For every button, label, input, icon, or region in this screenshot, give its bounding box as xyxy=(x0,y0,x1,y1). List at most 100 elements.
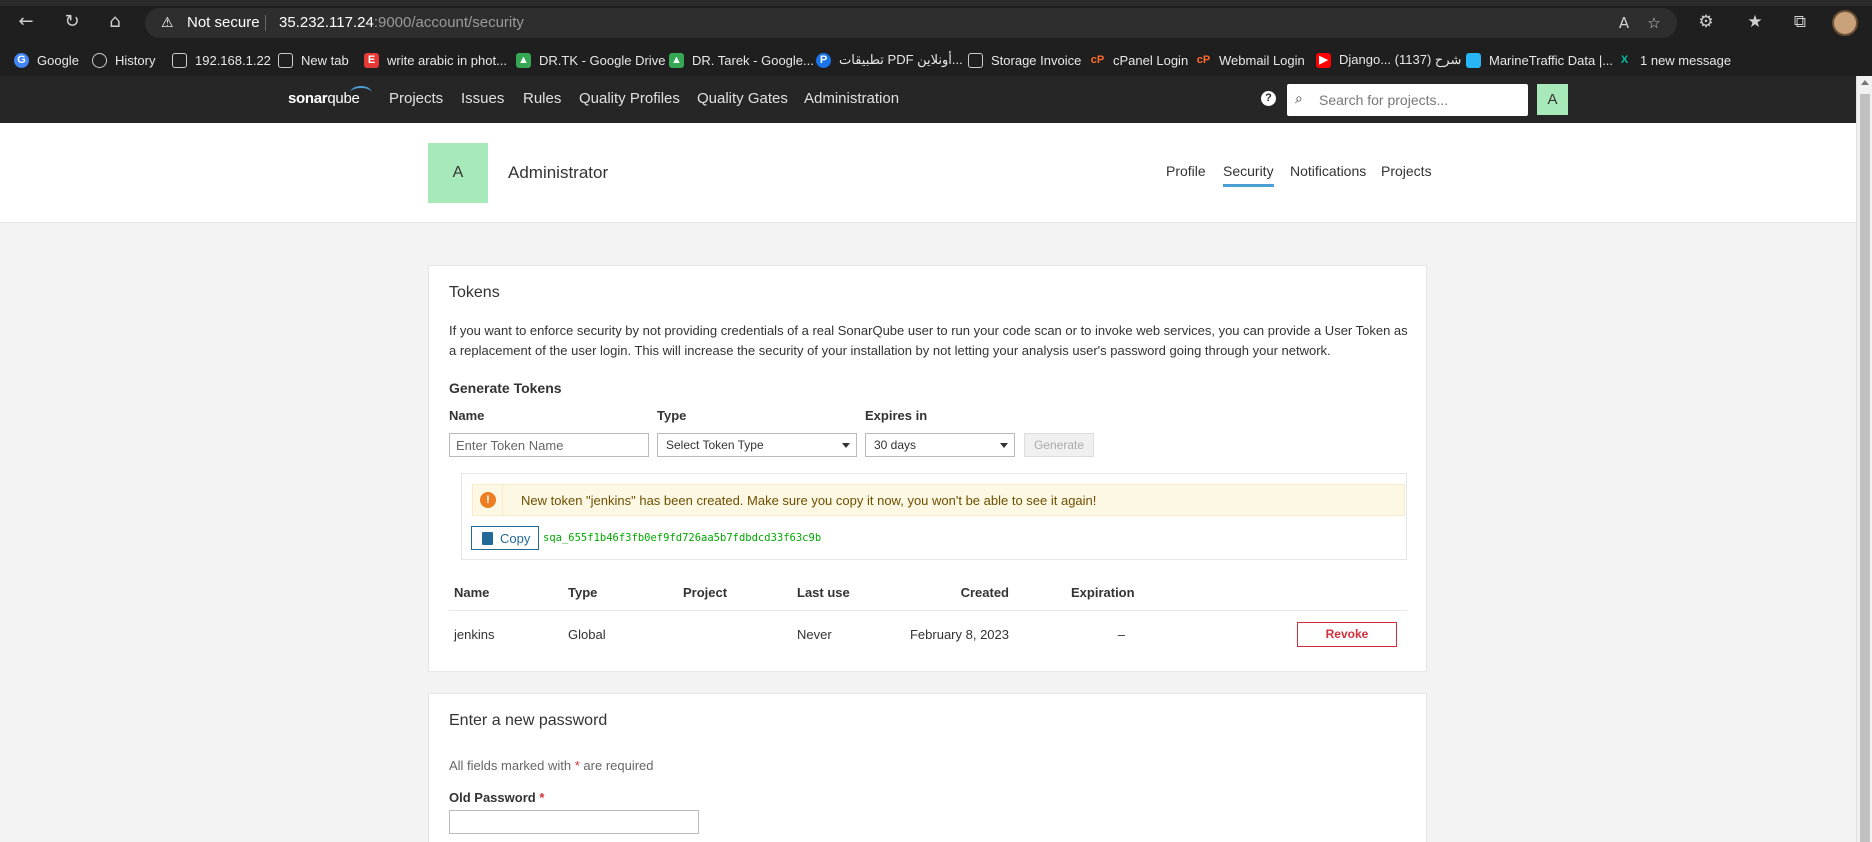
page-icon xyxy=(172,52,187,68)
col-expiration: Expiration xyxy=(1071,585,1135,600)
nav-projects[interactable]: Projects xyxy=(389,90,443,107)
bookmark-new-message[interactable]: X 1 new message xyxy=(1617,51,1731,69)
back-icon[interactable]: ← xyxy=(16,12,36,32)
search-box: ⌕ xyxy=(1287,84,1528,116)
bookmark-webmail[interactable]: cP Webmail Login xyxy=(1196,51,1305,69)
tab-profile[interactable]: Profile xyxy=(1166,163,1206,179)
bookmark-marinetraffic[interactable]: MarineTraffic Data |... xyxy=(1466,51,1613,69)
required-note: All fields marked with * are required xyxy=(449,758,654,773)
tokens-description: If you want to enforce security by not p… xyxy=(449,323,1408,358)
account-header: A Administrator Profile Security Notific… xyxy=(0,123,1856,223)
bookmark-label: MarineTraffic Data |... xyxy=(1489,52,1614,68)
page-icon xyxy=(968,52,983,68)
google-icon: G xyxy=(14,52,29,68)
bookmark-storage-invoice[interactable]: Storage Invoice xyxy=(968,51,1081,69)
table-divider xyxy=(449,610,1407,611)
home-icon[interactable]: ⌂ xyxy=(105,12,125,32)
token-last-use-cell: Never xyxy=(797,627,832,642)
page-scrollbar[interactable] xyxy=(1856,76,1872,842)
required-star: * xyxy=(574,758,580,773)
expires-value: 30 days xyxy=(874,438,917,452)
logo-wave-icon xyxy=(350,86,372,100)
password-card: Enter a new password All fields marked w… xyxy=(428,693,1427,842)
drive-icon: ▲ xyxy=(516,52,531,68)
required-note-text: All fields marked with xyxy=(449,758,572,773)
scroll-thumb[interactable] xyxy=(1860,94,1870,842)
url-text[interactable]: 35.232.117.24:9000/account/security xyxy=(279,14,524,31)
token-value[interactable]: sqa_655f1b46f3fb0ef9fd726aa5b7fdbdcd33f6… xyxy=(543,532,821,544)
bookmark-label: History xyxy=(115,52,156,68)
bookmark-google[interactable]: G Google xyxy=(14,51,79,69)
nav-quality-gates[interactable]: Quality Gates xyxy=(697,90,788,107)
profile-avatar[interactable] xyxy=(1832,10,1858,36)
chevron-down-icon xyxy=(842,443,850,448)
user-avatar[interactable]: A xyxy=(1537,84,1568,115)
logo-bold: sonar xyxy=(288,90,328,107)
token-expiration-cell: – xyxy=(1117,627,1125,642)
expires-select[interactable]: 30 days xyxy=(865,433,1015,457)
bookmark-label: DR.TK - Google Drive xyxy=(539,52,666,68)
sonarqube-logo[interactable]: sonarqube xyxy=(288,90,360,107)
bookmark-pdf[interactable]: P تطبيقات PDF أونلاين... xyxy=(816,51,963,69)
bookmark-label: New tab xyxy=(301,52,349,68)
bookmark-history[interactable]: History xyxy=(92,51,155,69)
collections-icon[interactable]: ⧉ xyxy=(1789,12,1811,34)
alert-message: New token "jenkins" has been created. Ma… xyxy=(521,493,1097,508)
nav-quality-profiles[interactable]: Quality Profiles xyxy=(579,90,680,107)
generate-button[interactable]: Generate xyxy=(1024,433,1094,457)
bookmark-newtab[interactable]: New tab xyxy=(278,51,349,69)
nav-rules[interactable]: Rules xyxy=(523,90,561,107)
bookmark-ip[interactable]: 192.168.1.22 xyxy=(172,51,271,69)
bookmark-drtk-drive[interactable]: ▲ DR.TK - Google Drive xyxy=(516,51,665,69)
copy-button[interactable]: Copy xyxy=(471,526,539,550)
search-input[interactable] xyxy=(1311,84,1521,116)
security-label[interactable]: Not secure xyxy=(187,14,260,31)
bookmarks-bar: G Google History 192.168.1.22 New tab Ewr… xyxy=(0,44,1872,76)
help-icon[interactable]: ? xyxy=(1261,91,1276,106)
extensions-icon[interactable]: ⚙ xyxy=(1695,12,1717,34)
favorite-add-icon[interactable]: ☆ xyxy=(1645,14,1663,32)
type-label: Type xyxy=(657,408,687,423)
generate-tokens-title: Generate Tokens xyxy=(449,380,562,396)
tab-projects[interactable]: Projects xyxy=(1381,163,1432,179)
bookmark-django[interactable]: ▶ Django... شرح (1137) xyxy=(1316,51,1461,69)
token-type-value: Select Token Type xyxy=(666,438,764,452)
revoke-button[interactable]: Revoke xyxy=(1297,622,1397,647)
required-note-suffix: are required xyxy=(583,758,654,773)
warning-icon: ! xyxy=(480,492,496,508)
nav-administration[interactable]: Administration xyxy=(804,90,899,107)
token-name-input[interactable] xyxy=(449,433,649,457)
browser-toolbar: ← ↻ ⌂ ⚠ Not secure 35.232.117.24:9000/ac… xyxy=(0,0,1872,44)
p-icon: P xyxy=(816,52,831,68)
favorites-icon[interactable]: ★ xyxy=(1744,12,1766,34)
read-aloud-icon[interactable]: A xyxy=(1615,14,1633,32)
url-divider xyxy=(265,15,266,31)
bookmark-cpanel[interactable]: cP cPanel Login xyxy=(1090,51,1188,69)
reload-icon[interactable]: ↻ xyxy=(62,12,82,32)
token-type-select[interactable]: Select Token Type xyxy=(657,433,857,457)
alert-icon-wrap: ! xyxy=(473,485,503,515)
tab-security[interactable]: Security xyxy=(1223,163,1274,187)
old-password-star: * xyxy=(539,790,545,805)
old-password-label: Old Password * xyxy=(449,790,544,805)
account-avatar: A xyxy=(428,143,488,203)
account-name: Administrator xyxy=(508,163,609,182)
warning-icon: ⚠ xyxy=(161,15,174,31)
bookmark-label: 192.168.1.22 xyxy=(195,52,271,68)
token-name-cell: jenkins xyxy=(454,627,495,642)
token-created-cell: February 8, 2023 xyxy=(909,627,1009,642)
bookmark-label: cPanel Login xyxy=(1113,52,1189,68)
old-password-label-text: Old Password xyxy=(449,790,536,805)
scroll-up-icon[interactable] xyxy=(1861,80,1869,85)
search-icon: ⌕ xyxy=(1295,91,1303,107)
col-name: Name xyxy=(454,585,490,600)
bookmark-drtarek[interactable]: ▲ DR. Tarek - Google... xyxy=(669,51,814,69)
nav-issues[interactable]: Issues xyxy=(461,90,504,107)
message-icon: X xyxy=(1620,53,1629,66)
address-bar[interactable]: ⚠ Not secure 35.232.117.24:9000/account/… xyxy=(145,8,1677,38)
bookmark-write-arabic[interactable]: Ewrite arabic in phot... xyxy=(364,51,507,69)
tab-notifications[interactable]: Notifications xyxy=(1290,163,1366,179)
drive-icon: ▲ xyxy=(669,52,684,68)
old-password-input[interactable] xyxy=(449,810,699,834)
name-label: Name xyxy=(449,408,485,423)
